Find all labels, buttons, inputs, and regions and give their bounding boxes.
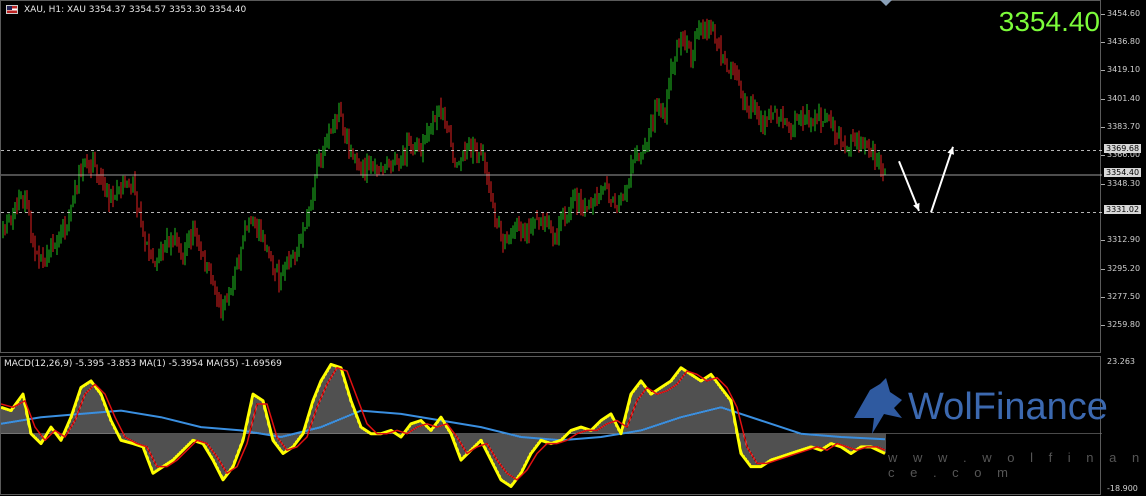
arrow-down [898, 160, 920, 212]
us-flag-icon [6, 5, 18, 14]
price-tick-mark [1101, 98, 1105, 100]
price-tick-mark [1101, 42, 1105, 44]
symbol-header: XAU, H1: XAU 3354.37 3354.57 3353.30 335… [24, 5, 247, 15]
arrow-head-up [947, 146, 955, 155]
price-chart-svg[interactable] [1, 1, 1102, 354]
wolf-head-icon [854, 378, 902, 434]
logo-url: w w w . w o l f i n a n c e . c o m [888, 450, 1146, 480]
price-tick-mark [1101, 268, 1105, 270]
price-tick-label: 3259.80 [1107, 320, 1141, 330]
price-tick-mark [1101, 127, 1105, 129]
price-tick-mark [1101, 183, 1105, 185]
logo-text: WolFinance [908, 386, 1108, 428]
price-tick-label: 3383.70 [1107, 122, 1141, 132]
wolfinance-logo: WolFinance [850, 378, 1120, 438]
price-tick-label: 3419.10 [1107, 65, 1141, 75]
price-tick-label: 3277.50 [1107, 292, 1141, 302]
price-tick-label: 3401.40 [1107, 93, 1141, 103]
current-price-display: 3354.40 [998, 6, 1100, 37]
price-level-label: 3354.40 [1104, 168, 1142, 178]
price-tick-mark [1101, 297, 1105, 299]
price-level-label: 3331.02 [1104, 205, 1142, 215]
macd-tick-label: -18.900 [1107, 484, 1138, 493]
price-tick-mark [1101, 155, 1105, 157]
price-tick-mark [1101, 13, 1105, 15]
price-tick-label: 3436.80 [1107, 37, 1141, 47]
price-tick-label: 3454.60 [1107, 8, 1141, 18]
price-tick-label: 3348.30 [1107, 178, 1141, 188]
price-tick-label: 3366.00 [1107, 150, 1141, 160]
macd-header: MACD(12,26,9) -5.395 -3.853 MA(1) -5.395… [4, 359, 282, 369]
macd-tick-label: 23.263 [1107, 357, 1135, 366]
price-tick-label: 3312.90 [1107, 235, 1141, 245]
triangle-marker-icon [880, 0, 892, 6]
price-tick-label: 3295.20 [1107, 263, 1141, 273]
price-tick-mark [1101, 240, 1105, 242]
price-tick-mark [1101, 325, 1105, 327]
price-tick-mark [1101, 70, 1105, 72]
price-chart-pane[interactable] [0, 0, 1102, 354]
arrow-up [930, 146, 954, 213]
